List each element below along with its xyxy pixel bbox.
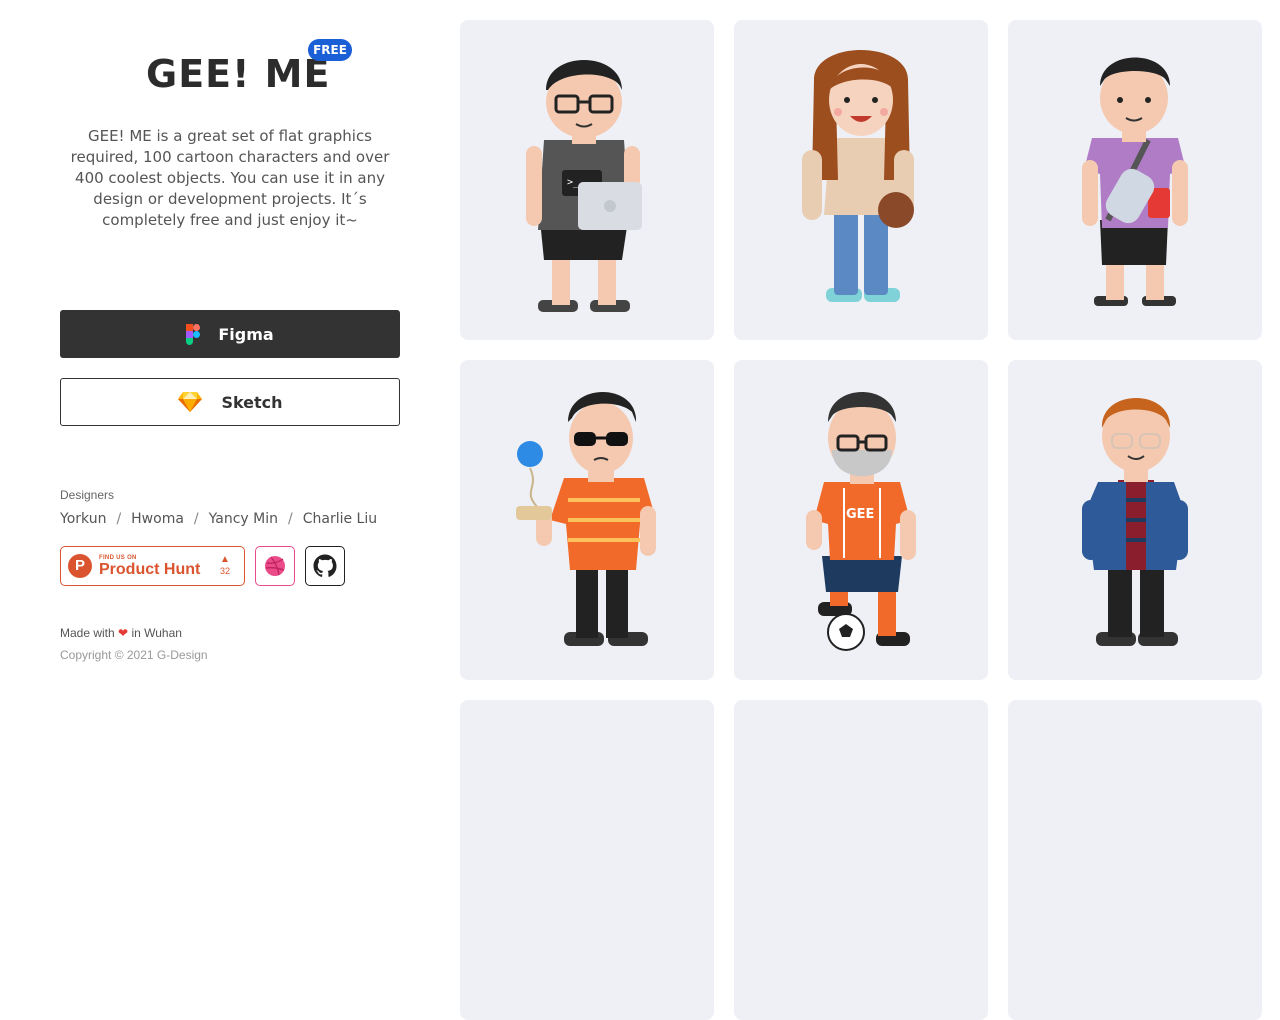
character-card-soccer[interactable]: GEE: [734, 360, 988, 680]
upvote-icon: ▲: [220, 554, 230, 565]
designer-link[interactable]: Yorkun: [60, 511, 106, 527]
separator: /: [116, 511, 122, 527]
designer-link[interactable]: Yancy Min: [209, 511, 278, 527]
designers-list: Yorkun / Hwoma / Yancy Min / Charlie Liu: [60, 511, 377, 527]
producthunt-votes: ▲ 32: [220, 554, 230, 577]
separator: /: [193, 511, 199, 527]
sketch-icon: [178, 392, 203, 412]
kendama-guy-illustration: [516, 392, 656, 646]
character-grid: >_ GEE: [460, 0, 1280, 1020]
developer-illustration: >_: [526, 60, 642, 312]
character-card-developer[interactable]: >_: [460, 20, 714, 340]
copyright: Copyright © 2021 G-Design: [60, 648, 208, 662]
producthunt-badge[interactable]: P FIND US ON Product Hunt ▲ 32: [60, 546, 245, 586]
figma-icon: [186, 323, 201, 345]
producthunt-title: Product Hunt: [99, 560, 201, 578]
character-card-kendama[interactable]: [460, 360, 714, 680]
dribbble-icon: [265, 556, 285, 576]
denim-guy-illustration: [1082, 398, 1188, 646]
vote-count: 32: [219, 566, 230, 576]
github-button[interactable]: [305, 546, 345, 586]
github-icon: [313, 554, 337, 577]
producthunt-icon: P: [68, 554, 92, 578]
girl-illustration: [802, 50, 914, 302]
character-card-partial[interactable]: [460, 700, 714, 1020]
character-card-partial[interactable]: [734, 700, 988, 1020]
character-card-partial[interactable]: [1008, 700, 1262, 1020]
made-suffix: in Wuhan: [131, 626, 182, 640]
separator: /: [288, 511, 293, 527]
made-with: Made with ❤ in Wuhan: [60, 626, 182, 640]
soccer-player-illustration: GEE: [806, 392, 916, 651]
character-card-denim[interactable]: [1008, 360, 1262, 680]
bottle-guy-illustration: [1082, 57, 1188, 306]
designer-link[interactable]: Hwoma: [131, 511, 184, 527]
character-card-bottle[interactable]: [1008, 20, 1262, 340]
description: GEE! ME is a great set of flat graphics …: [70, 127, 390, 229]
producthunt-small-text: FIND US ON: [99, 554, 137, 561]
free-badge: FREE: [308, 39, 352, 61]
designers-label: Designers: [60, 488, 115, 502]
svg-text:GEE: GEE: [846, 507, 874, 522]
sidebar: GEE! ME FREE GEE! ME is a great set of f…: [0, 0, 460, 719]
made-prefix: Made with: [60, 626, 115, 640]
designer-link[interactable]: Charlie Liu: [303, 511, 377, 527]
figma-button[interactable]: Figma: [60, 310, 400, 358]
character-card-girl[interactable]: [734, 20, 988, 340]
sketch-button[interactable]: Sketch: [60, 378, 400, 426]
figma-label: Figma: [218, 324, 274, 344]
heart-icon: ❤: [118, 626, 129, 640]
dribbble-button[interactable]: [255, 546, 295, 586]
sketch-label: Sketch: [221, 392, 283, 412]
logo: GEE! ME: [146, 52, 331, 96]
